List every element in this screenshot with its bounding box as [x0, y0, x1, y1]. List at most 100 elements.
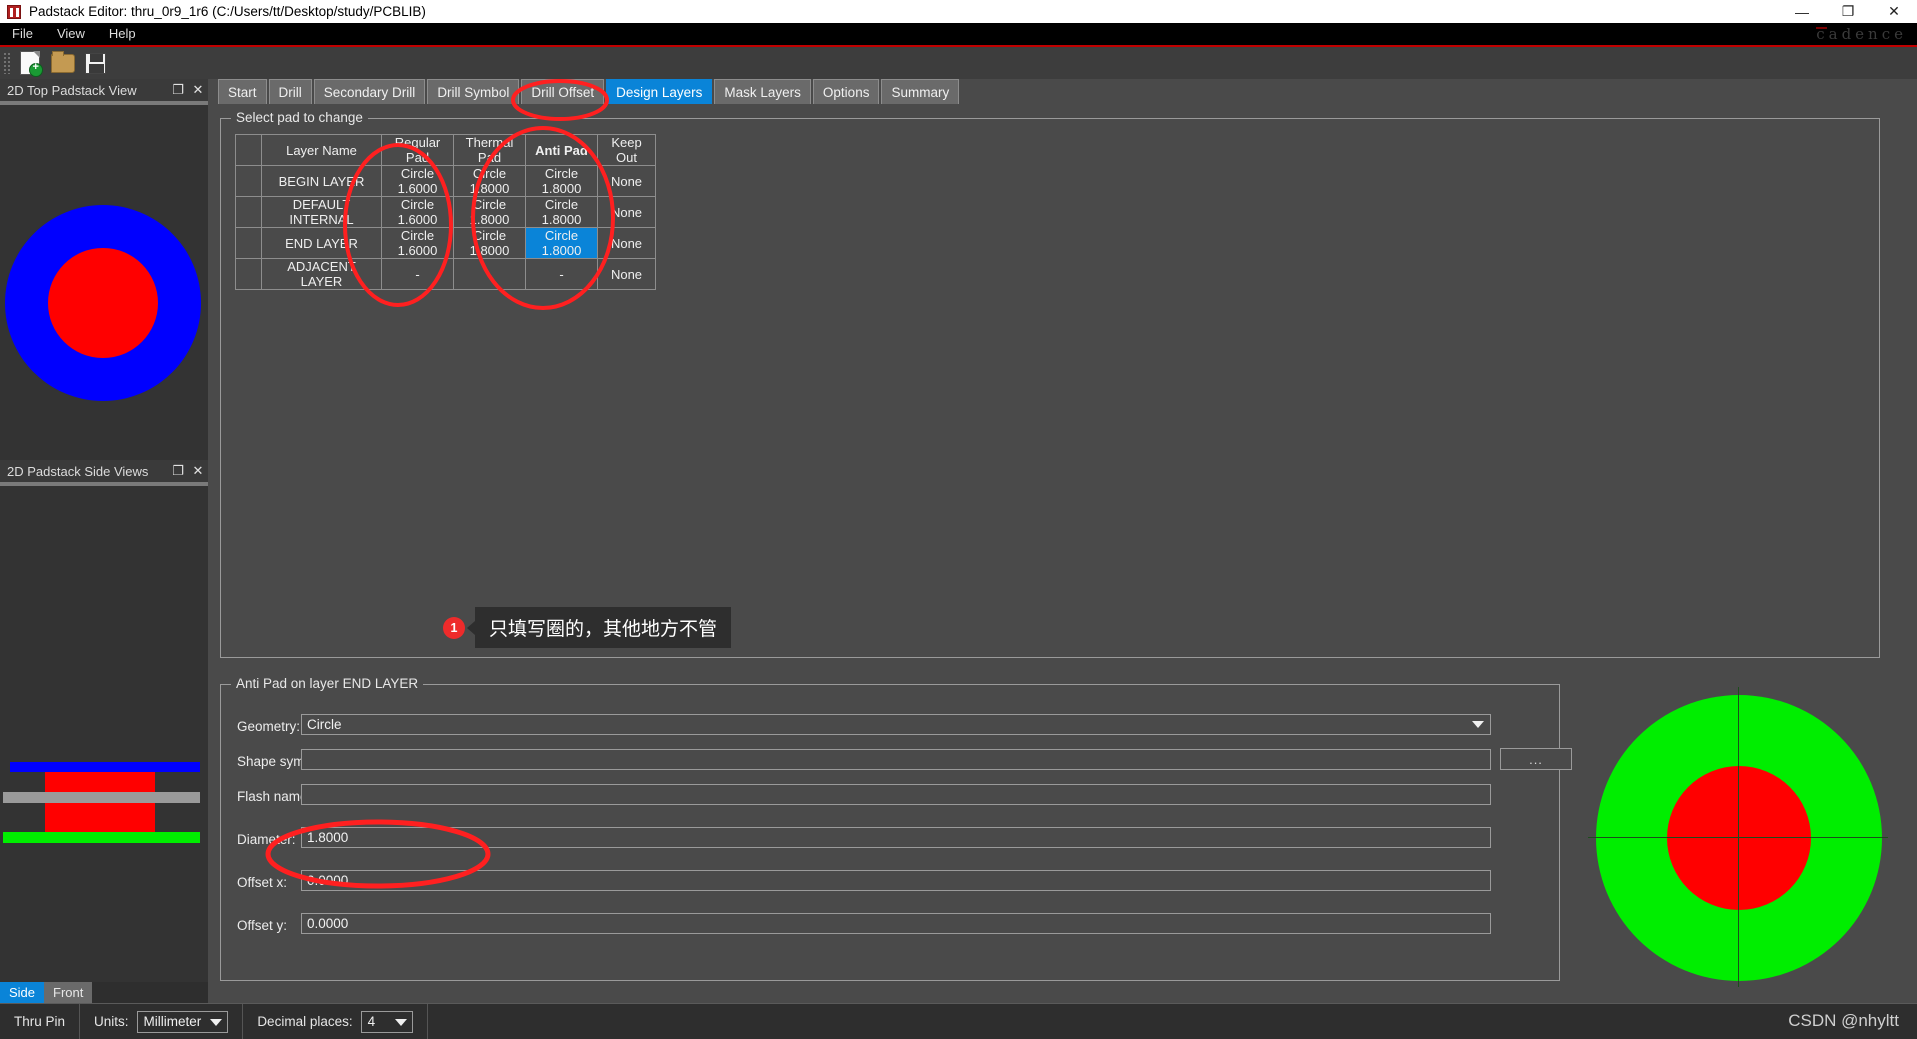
cell-anti-pad[interactable]: Circle 1.8000	[525, 196, 598, 228]
cell-anti-pad[interactable]: -	[525, 258, 598, 290]
offset-x-input[interactable]: 0.0000	[301, 870, 1491, 891]
cell-thermal-pad[interactable]: Circle 1.8000	[453, 196, 526, 228]
units-cell: Units: Millimeter	[80, 1003, 244, 1039]
units-value: Millimeter	[143, 1013, 202, 1029]
toolbar-grip[interactable]	[3, 52, 10, 74]
anti-pad-group-title: Anti Pad on layer END LAYER	[231, 676, 424, 691]
app-icon	[7, 4, 21, 19]
decimal-places-label: Decimal places:	[257, 1014, 353, 1029]
diameter-label: Diameter:	[237, 832, 296, 847]
table-row[interactable]: END LAYER Circle 1.6000 Circle 1.8000 Ci…	[235, 227, 656, 259]
row-selector[interactable]	[235, 227, 262, 259]
table-header-row: Layer Name Regular Pad Thermal Pad Anti …	[235, 134, 656, 166]
float-icon[interactable]: ❐	[168, 80, 188, 100]
note-text: 只填写圈的，其他地方不管	[475, 607, 732, 648]
cell-layer-name: DEFAULT INTERNAL	[261, 196, 382, 228]
pad-layers-table[interactable]: Layer Name Regular Pad Thermal Pad Anti …	[235, 134, 656, 290]
tab-design-layers[interactable]: Design Layers	[606, 79, 713, 104]
tab-start[interactable]: Start	[218, 79, 267, 104]
top-padstack-canvas[interactable]	[0, 105, 208, 460]
cell-regular-pad[interactable]: -	[381, 258, 454, 290]
col-layer-name: Layer Name	[261, 134, 382, 166]
tab-mask-layers[interactable]: Mask Layers	[714, 79, 811, 104]
cell-thermal-pad[interactable]: -	[453, 258, 526, 290]
side-view-tab-strip: Side Front	[0, 982, 208, 1003]
offset-y-label: Offset y:	[237, 918, 288, 933]
side-view-tab-front[interactable]: Front	[44, 982, 93, 1003]
main-toolbar: +	[0, 47, 1917, 79]
cell-regular-pad[interactable]: Circle 1.6000	[381, 227, 454, 259]
select-pad-group-title: Select pad to change	[231, 110, 368, 125]
decimal-places-select[interactable]: 4	[360, 1010, 413, 1033]
cell-keep-out[interactable]: None	[597, 165, 656, 197]
select-pad-group: Select pad to change Layer Name Regular …	[220, 110, 1880, 658]
menu-help[interactable]: Help	[97, 23, 148, 45]
dock-title-top-view: 2D Top Padstack View	[7, 82, 137, 98]
col-select	[235, 134, 262, 166]
geometry-select[interactable]: Circle	[301, 714, 1491, 735]
cell-layer-name: ADJACENT LAYER	[261, 258, 382, 290]
tab-summary[interactable]: Summary	[881, 79, 960, 104]
row-selector[interactable]	[235, 196, 262, 228]
shape-symbol-input[interactable]	[301, 749, 1491, 770]
row-selector[interactable]	[235, 258, 262, 290]
cell-keep-out[interactable]: None	[597, 196, 656, 228]
save-floppy-icon	[85, 52, 106, 74]
cell-thermal-pad[interactable]: Circle 1.8000	[453, 165, 526, 197]
preview-crosshair-vertical	[1738, 687, 1739, 987]
new-padstack-button[interactable]: +	[13, 49, 46, 77]
tab-secondary-drill[interactable]: Secondary Drill	[313, 79, 426, 104]
flash-name-input[interactable]	[301, 784, 1491, 805]
col-keep-out: Keep Out	[597, 134, 656, 166]
statusbar: Thru Pin Units: Millimeter Decimal place…	[0, 1003, 1917, 1039]
table-row[interactable]: BEGIN LAYER Circle 1.6000 Circle 1.8000 …	[235, 165, 656, 197]
cell-anti-pad-selected[interactable]: Circle 1.8000	[525, 227, 598, 259]
note-number-badge: 1	[443, 616, 465, 639]
tab-drill-symbol[interactable]: Drill Symbol	[427, 79, 520, 104]
tab-options[interactable]: Options	[812, 79, 880, 104]
cell-keep-out[interactable]: None	[597, 227, 656, 259]
units-select[interactable]: Millimeter	[136, 1010, 229, 1033]
anti-pad-group: Anti Pad on layer END LAYER Geometry: Ci…	[220, 676, 1572, 981]
dock-title-side-views: 2D Padstack Side Views	[7, 463, 149, 479]
cell-anti-pad[interactable]: Circle 1.8000	[525, 165, 598, 197]
cell-regular-pad[interactable]: Circle 1.6000	[381, 196, 454, 228]
float-icon[interactable]: ❐	[168, 461, 188, 481]
anti-pad-preview-canvas[interactable]	[1588, 687, 1888, 987]
decimal-places-cell: Decimal places: 4	[243, 1003, 428, 1039]
save-padstack-button[interactable]	[79, 49, 112, 77]
side-internal-layer-bar	[3, 792, 200, 803]
offset-y-input[interactable]: 0.0000	[301, 913, 1491, 934]
cell-regular-pad[interactable]: Circle 1.6000	[381, 165, 454, 197]
annotation-note-1: 1 只填写圈的，其他地方不管	[443, 607, 732, 648]
menu-view[interactable]: View	[45, 23, 97, 45]
close-icon[interactable]: ✕	[188, 80, 208, 100]
shape-symbol-browse-button[interactable]: ...	[1500, 748, 1572, 770]
dock-2d-padstack-side-views: 2D Padstack Side Views ❐ ✕	[0, 460, 208, 982]
cell-layer-name: BEGIN LAYER	[261, 165, 382, 197]
side-end-layer-bar	[3, 832, 200, 843]
row-selector[interactable]	[235, 165, 262, 197]
tab-drill-offset[interactable]: Drill Offset	[521, 79, 605, 104]
menubar: File View Help cadence	[0, 23, 1917, 45]
side-view-tab-side[interactable]: Side	[0, 982, 45, 1003]
pin-type-label: Thru Pin	[14, 1014, 66, 1029]
cell-keep-out[interactable]: None	[597, 258, 656, 290]
table-row[interactable]: DEFAULT INTERNAL Circle 1.6000 Circle 1.…	[235, 196, 656, 228]
open-padstack-button[interactable]	[46, 49, 79, 77]
window-controls: — ❐ ✕	[1779, 0, 1917, 23]
maximize-button[interactable]: ❐	[1825, 0, 1871, 23]
cell-thermal-pad[interactable]: Circle 1.8000	[453, 227, 526, 259]
close-icon[interactable]: ✕	[188, 461, 208, 481]
side-padstack-canvas[interactable]	[0, 486, 208, 956]
diameter-input[interactable]: 1.8000	[301, 827, 1491, 848]
minimize-button[interactable]: —	[1779, 0, 1825, 23]
drill-inner-circle	[48, 248, 158, 358]
table-row[interactable]: ADJACENT LAYER - - - None	[235, 258, 656, 290]
tab-drill[interactable]: Drill	[268, 79, 312, 104]
col-thermal-pad: Thermal Pad	[453, 134, 526, 166]
col-anti-pad: Anti Pad	[525, 134, 598, 166]
menu-file[interactable]: File	[0, 23, 45, 45]
new-file-icon: +	[19, 51, 43, 77]
close-button[interactable]: ✕	[1871, 0, 1917, 23]
